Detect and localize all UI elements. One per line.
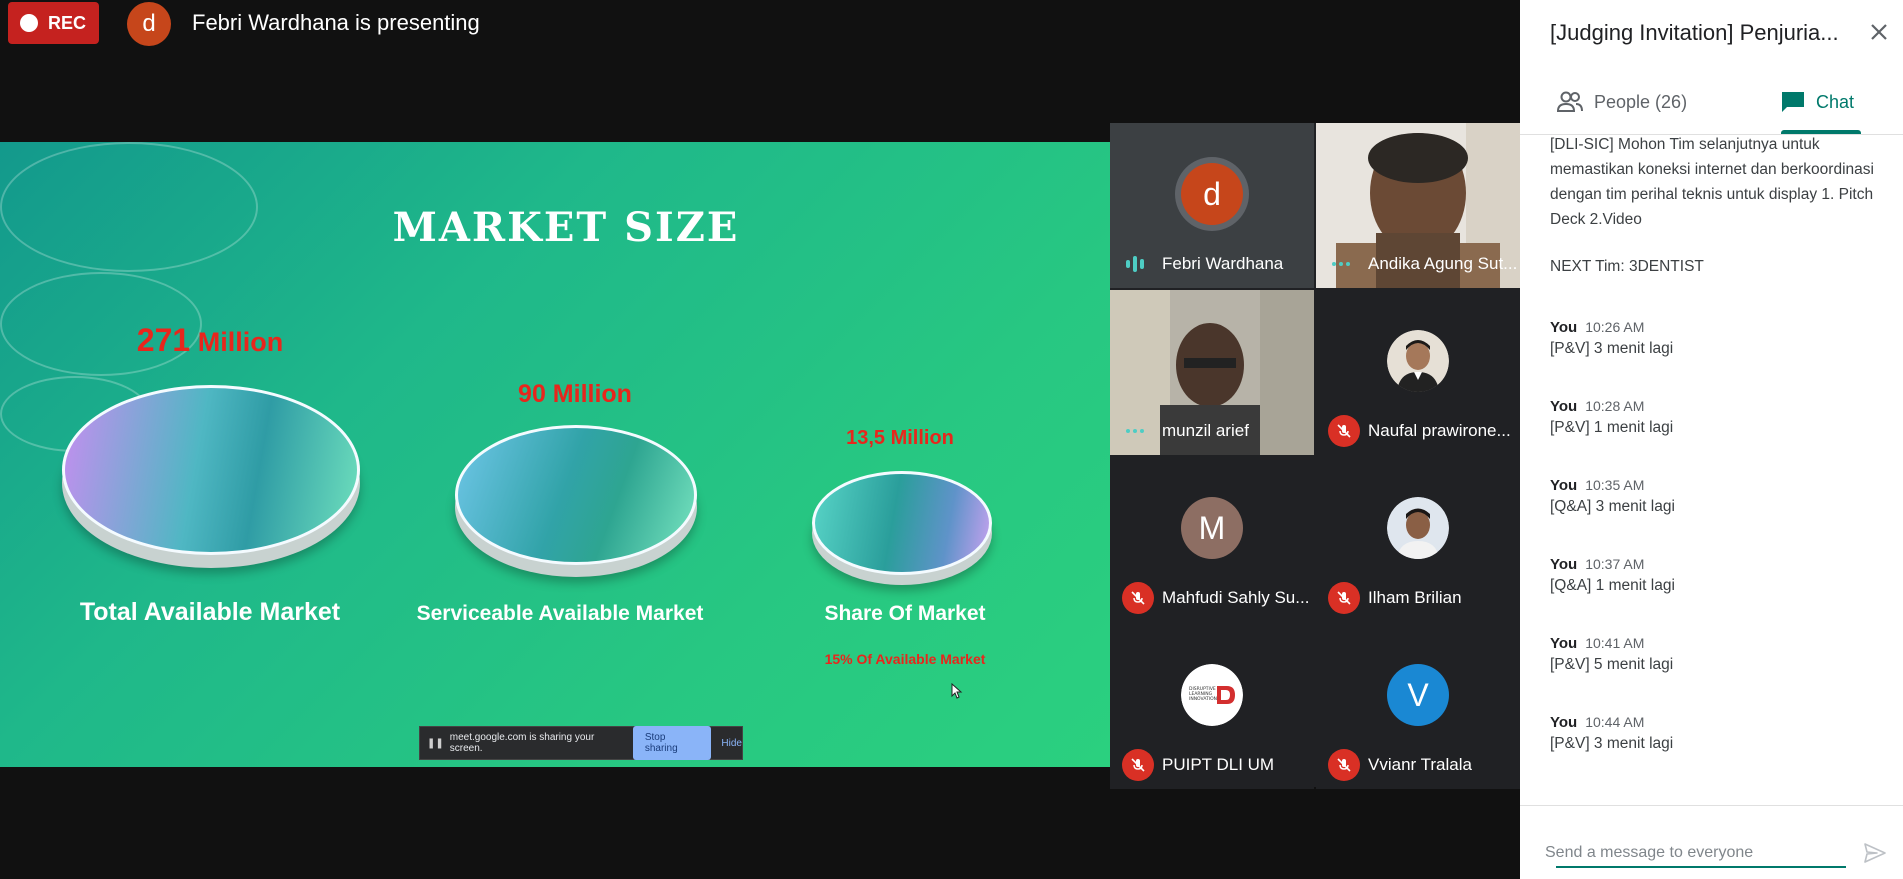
active-indicator-icon — [1332, 262, 1350, 266]
share-market-plate — [812, 471, 992, 575]
top-bar: REC d Febri Wardhana is presenting — [0, 0, 1520, 48]
message-text: [P&V] 3 menit lagi — [1550, 735, 1674, 752]
speaking-indicator-icon — [1126, 256, 1144, 272]
total-market-number: 271 — [136, 322, 191, 358]
chat-message-list[interactable]: [DLI-SIC] Mohon Tim selanjutnya untuk me… — [1550, 134, 1880, 804]
pause-icon: ❚❚ — [427, 737, 444, 749]
tab-people-label: People (26) — [1594, 91, 1688, 112]
chat-message: You 10:44 AM [P&V] 3 menit lagi — [1550, 714, 1880, 753]
recording-badge[interactable]: REC — [8, 2, 99, 44]
meeting-title: [Judging Invitation] Penjuria... — [1550, 20, 1839, 45]
chat-message: You 10:35 AM [Q&A] 3 menit lagi — [1550, 477, 1880, 516]
participant-avatar: M — [1181, 497, 1243, 559]
presenter-avatar: d — [127, 2, 171, 46]
hide-link[interactable]: Hide — [721, 738, 742, 749]
svg-text:INNOVATION: INNOVATION — [1189, 696, 1217, 702]
message-sender: You — [1550, 398, 1578, 415]
participant-avatar: d — [1181, 163, 1243, 225]
participant-avatar: DISRUPTIVE LEARNING INNOVATION — [1181, 664, 1243, 726]
participant-name: Mahfudi Sahly Su... — [1162, 588, 1310, 607]
host-message-next-team: NEXT Tim: 3DENTIST — [1550, 258, 1704, 275]
participant-tile[interactable]: DISRUPTIVE LEARNING INNOVATION PUIPT DLI… — [1110, 624, 1314, 789]
slide-title: MARKET SIZE — [392, 204, 740, 251]
participant-tile[interactable]: Naufal prawirone... — [1316, 290, 1520, 455]
serviceable-market-label: Serviceable Available Market — [416, 602, 704, 625]
message-text: [P&V] 1 menit lagi — [1550, 419, 1674, 436]
serviceable-market-plate — [455, 425, 697, 565]
message-sender: You — [1550, 714, 1578, 731]
participant-avatar — [1387, 330, 1449, 392]
message-time: 10:44 AM — [1585, 714, 1645, 730]
mic-off-icon — [1122, 749, 1154, 781]
side-panel: [Judging Invitation] Penjuria... People … — [1520, 0, 1903, 879]
participant-name: Vvianr Tralala — [1368, 755, 1472, 774]
message-time: 10:35 AM — [1585, 477, 1645, 493]
participant-name: Andika Agung Sut... — [1368, 254, 1518, 273]
participant-tile[interactable]: Ilham Brilian — [1316, 457, 1520, 622]
shared-screen-slide: MARKET SIZE 271 Million 90 Million 13,5 … — [0, 142, 1110, 767]
participant-tile[interactable]: M Mahfudi Sahly Su... — [1110, 457, 1314, 622]
message-time: 10:26 AM — [1585, 319, 1645, 335]
tab-chat[interactable]: Chat — [1780, 90, 1854, 114]
chat-icon — [1782, 92, 1804, 112]
presenting-status: Febri Wardhana is presenting — [192, 10, 480, 35]
message-text: [Q&A] 3 menit lagi — [1550, 498, 1675, 515]
serviceable-market-value: 90 Million — [518, 380, 632, 408]
mic-off-icon — [1328, 749, 1360, 781]
participant-name: Naufal prawirone... — [1368, 421, 1511, 440]
stop-sharing-button[interactable]: Stop sharing — [632, 726, 712, 760]
chat-message: You 10:37 AM [Q&A] 1 menit lagi — [1550, 556, 1880, 595]
message-sender: You — [1550, 477, 1578, 494]
message-text: [P&V] 3 menit lagi — [1550, 340, 1674, 357]
input-underline — [1556, 866, 1846, 868]
participant-name: Febri Wardhana — [1162, 254, 1284, 273]
host-message: [DLI-SIC] Mohon Tim selanjutnya untuk me… — [1550, 136, 1874, 228]
message-sender: You — [1550, 556, 1578, 573]
chat-compose-area — [1520, 805, 1903, 879]
participant-name: PUIPT DLI UM — [1162, 755, 1275, 774]
record-dot-icon — [20, 14, 38, 32]
chat-message: You 10:41 AM [P&V] 5 menit lagi — [1550, 635, 1880, 674]
message-time: 10:37 AM — [1585, 556, 1645, 572]
participant-tile[interactable]: munzil arief — [1110, 290, 1314, 455]
people-icon — [1556, 91, 1583, 112]
mouse-cursor-icon — [951, 683, 963, 699]
participant-tile[interactable]: V Vvianr Tralala — [1316, 624, 1520, 789]
share-market-label: Share Of Market — [824, 602, 986, 625]
total-market-value: 271 Million — [80, 322, 340, 359]
chat-message: You 10:26 AM [P&V] 3 menit lagi — [1550, 319, 1880, 358]
tab-chat-label: Chat — [1816, 91, 1855, 112]
active-indicator-icon — [1126, 429, 1144, 433]
mic-off-icon — [1328, 582, 1360, 614]
participant-avatar — [1387, 497, 1449, 559]
participant-name: munzil arief — [1162, 421, 1249, 440]
total-market-plate — [62, 385, 360, 555]
message-sender: You — [1550, 319, 1578, 336]
total-market-label: Total Available Market — [79, 598, 341, 626]
send-icon[interactable] — [1862, 840, 1888, 866]
participant-tile[interactable]: Andika Agung Sut... — [1316, 123, 1520, 288]
rec-label: REC — [48, 12, 87, 33]
mic-off-icon — [1328, 415, 1360, 447]
participant-avatar: V — [1387, 664, 1449, 726]
screen-share-notification: ❚❚ meet.google.com is sharing your scree… — [419, 726, 743, 760]
message-time: 10:41 AM — [1585, 635, 1645, 651]
participant-grid: d Febri Wardhana Andika Agung Sut... mun… — [1110, 123, 1520, 789]
mic-off-icon — [1122, 582, 1154, 614]
message-sender: You — [1550, 635, 1578, 652]
share-market-note: 15% Of Available Market — [824, 651, 986, 667]
close-icon[interactable] — [1865, 18, 1893, 46]
message-text: [P&V] 5 menit lagi — [1550, 656, 1674, 673]
share-notice-text: meet.google.com is sharing your screen. — [449, 732, 595, 754]
tab-people[interactable]: People (26) — [1556, 90, 1687, 114]
chat-message-input[interactable] — [1545, 841, 1845, 865]
message-time: 10:28 AM — [1585, 398, 1645, 414]
participant-tile[interactable]: d Febri Wardhana — [1110, 123, 1314, 288]
message-text: [Q&A] 1 menit lagi — [1550, 577, 1675, 594]
share-market-value: 13,5 Million — [846, 427, 954, 449]
participant-name: Ilham Brilian — [1368, 588, 1462, 607]
total-market-unit: Million — [197, 327, 284, 357]
chat-message: You 10:28 AM [P&V] 1 menit lagi — [1550, 398, 1880, 437]
